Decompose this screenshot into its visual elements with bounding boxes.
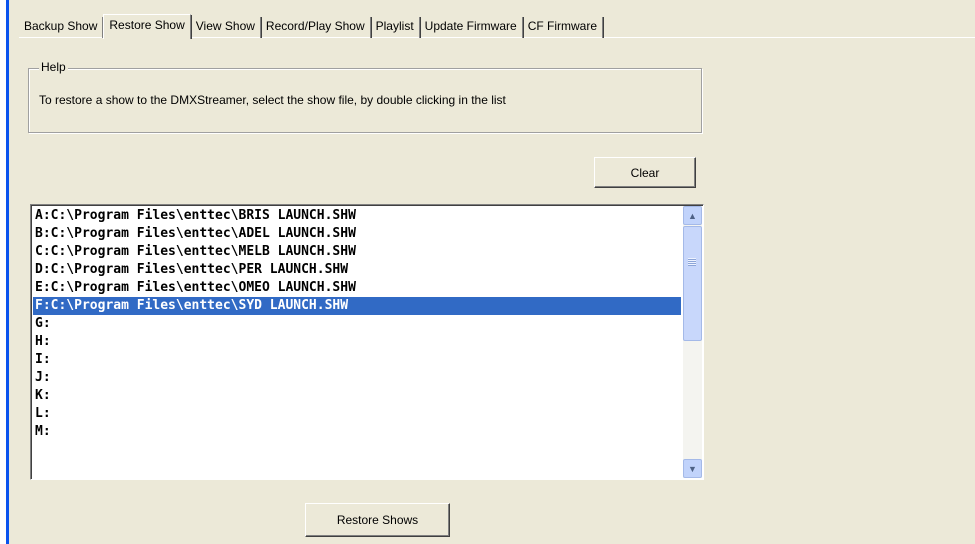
list-item[interactable]: L: bbox=[33, 405, 681, 423]
scroll-thumb[interactable] bbox=[683, 226, 702, 341]
help-text: To restore a show to the DMXStreamer, se… bbox=[39, 93, 506, 107]
scroll-down-arrow-icon[interactable]: ▼ bbox=[683, 459, 702, 478]
left-accent-bar bbox=[6, 0, 9, 544]
tab-restore-show[interactable]: Restore Show bbox=[103, 14, 193, 39]
tab-view-show[interactable]: View Show bbox=[191, 17, 263, 38]
help-legend: Help bbox=[39, 60, 68, 74]
left-edge bbox=[0, 0, 9, 544]
tab-record-play-show[interactable]: Record/Play Show bbox=[261, 17, 372, 38]
show-file-rows: A:C:\Program Files\enttec\BRIS LAUNCH.SH… bbox=[33, 207, 681, 441]
scroll-up-arrow-icon[interactable]: ▲ bbox=[683, 206, 702, 225]
help-groupbox: Help To restore a show to the DMXStreame… bbox=[28, 60, 702, 133]
tab-update-firmware[interactable]: Update Firmware bbox=[420, 17, 524, 38]
restore-shows-button[interactable]: Restore Shows bbox=[305, 503, 450, 537]
list-item[interactable]: E:C:\Program Files\enttec\OMEO LAUNCH.SH… bbox=[33, 279, 681, 297]
list-item[interactable]: I: bbox=[33, 351, 681, 369]
list-item[interactable]: K: bbox=[33, 387, 681, 405]
show-file-list[interactable]: A:C:\Program Files\enttec\BRIS LAUNCH.SH… bbox=[30, 204, 704, 480]
clear-button[interactable]: Clear bbox=[594, 157, 696, 188]
list-item[interactable]: D:C:\Program Files\enttec\PER LAUNCH.SHW bbox=[33, 261, 681, 279]
list-item[interactable]: F:C:\Program Files\enttec\SYD LAUNCH.SHW bbox=[33, 297, 681, 315]
tab-backup-show[interactable]: Backup Show bbox=[19, 17, 105, 38]
list-item[interactable]: G: bbox=[33, 315, 681, 333]
list-item[interactable]: J: bbox=[33, 369, 681, 387]
list-item[interactable]: M: bbox=[33, 423, 681, 441]
list-item[interactable]: C:C:\Program Files\enttec\MELB LAUNCH.SH… bbox=[33, 243, 681, 261]
tab-strip: Backup Show Restore Show View Show Recor… bbox=[19, 12, 975, 39]
scroll-grip-icon bbox=[688, 258, 696, 266]
tab-cf-firmware[interactable]: CF Firmware bbox=[523, 17, 605, 38]
list-item[interactable]: B:C:\Program Files\enttec\ADEL LAUNCH.SH… bbox=[33, 225, 681, 243]
tab-playlist[interactable]: Playlist bbox=[371, 17, 421, 38]
list-item[interactable]: A:C:\Program Files\enttec\BRIS LAUNCH.SH… bbox=[33, 207, 681, 225]
list-item[interactable]: H: bbox=[33, 333, 681, 351]
vertical-scrollbar[interactable]: ▲ ▼ bbox=[683, 206, 702, 478]
